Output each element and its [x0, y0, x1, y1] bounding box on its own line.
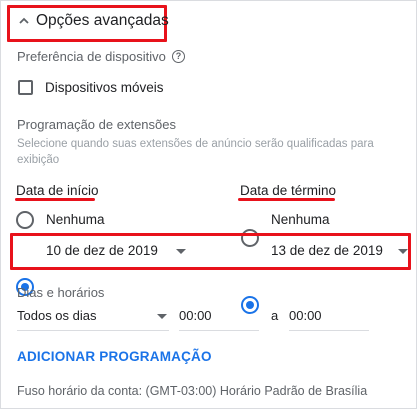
advanced-options-panel: Opções avançadas Preferência de disposit…	[0, 0, 417, 409]
start-date-title: Data de início	[16, 183, 99, 198]
from-time-underline	[179, 330, 259, 331]
help-icon[interactable]: ?	[172, 50, 185, 63]
start-date-value: 10 de dez de 2019	[46, 243, 158, 258]
end-none-label: Nenhuma	[271, 212, 330, 227]
from-time-value: 00:00	[179, 308, 212, 323]
from-time-input[interactable]: 00:00	[179, 305, 259, 331]
extension-scheduling-title: Programação de extensões	[17, 117, 176, 132]
start-date-picker[interactable]: 10 de dez de 2019	[46, 238, 188, 266]
chevron-up-icon	[19, 17, 29, 24]
day-select-value: Todos os dias	[17, 308, 97, 323]
add-schedule-button[interactable]: ADICIONAR PROGRAMAÇÃO	[17, 349, 212, 364]
day-select-dropdown-icon	[157, 314, 167, 319]
to-time-input[interactable]: 00:00	[289, 305, 369, 331]
mobile-devices-label: Dispositivos móveis	[45, 80, 164, 95]
advanced-options-toggle[interactable]: Opções avançadas	[18, 12, 169, 30]
timezone-note: Fuso horário da conta: (GMT-03:00) Horár…	[17, 384, 368, 398]
to-time-underline	[289, 330, 369, 331]
start-date-dropdown-icon	[176, 249, 186, 254]
extension-scheduling-hint: Selecione quando suas extensões de anúnc…	[17, 138, 374, 166]
device-preference-label: Preferência de dispositivo	[17, 49, 166, 64]
day-select-underline	[17, 330, 169, 331]
advanced-options-title: Opções avançadas	[36, 12, 169, 29]
end-date-value: 13 de dez de 2019	[271, 243, 383, 258]
start-none-radio[interactable]	[16, 211, 34, 229]
end-date-title: Data de término	[240, 183, 337, 198]
end-date-underline	[238, 198, 335, 201]
start-date-underline	[15, 198, 95, 201]
to-time-value: 00:00	[289, 308, 322, 323]
days-hours-title: Dias e horários	[17, 285, 105, 300]
day-select[interactable]: Todos os dias	[17, 305, 169, 331]
end-date-picker[interactable]: 13 de dez de 2019	[271, 238, 411, 266]
start-none-label: Nenhuma	[46, 212, 105, 227]
time-separator: a	[271, 308, 279, 323]
end-date-dropdown-icon	[398, 249, 408, 254]
mobile-devices-checkbox[interactable]	[18, 80, 33, 95]
